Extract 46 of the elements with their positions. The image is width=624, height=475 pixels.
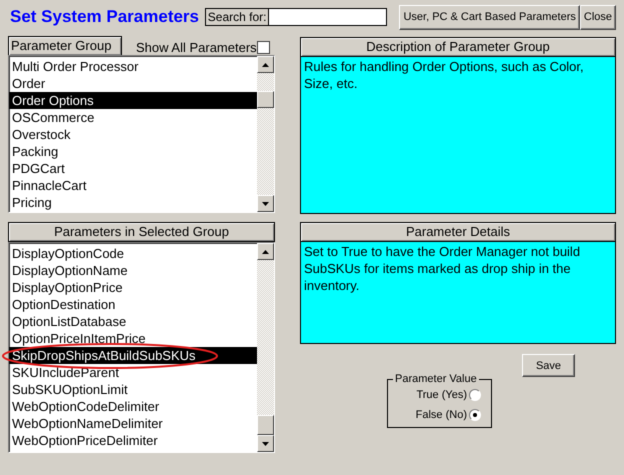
list-item[interactable]: DisplayOptionCode: [9, 245, 257, 262]
list-item[interactable]: WebOptionCodeDelimiter: [9, 398, 257, 415]
group-legend: Parameter Value: [393, 373, 479, 385]
scrollbar[interactable]: [257, 56, 274, 212]
list-item[interactable]: SubSKUOptionLimit: [9, 381, 257, 398]
list-item[interactable]: WebOptionNameDelimiter: [9, 415, 257, 432]
list-header: Parameters in Selected Group: [8, 222, 275, 242]
scroll-up-icon[interactable]: [257, 243, 274, 260]
scroll-down-icon[interactable]: [257, 435, 274, 452]
scrollbar[interactable]: [257, 243, 274, 452]
list-item[interactable]: OptionPriceInItemPrice: [9, 330, 257, 347]
save-button[interactable]: Save: [522, 354, 575, 377]
radio-button[interactable]: [469, 409, 481, 421]
close-button[interactable]: Close: [580, 4, 616, 30]
list-item[interactable]: WebOptionPriceDelimiter: [9, 432, 257, 449]
checkbox-label: Show All Parameters: [136, 40, 257, 55]
panel-header: Parameter Details: [300, 222, 616, 242]
list-item[interactable]: Packing: [9, 143, 257, 160]
list-item[interactable]: Multi Order Processor: [9, 58, 257, 75]
parameters-button[interactable]: User, PC & Cart Based Parameters: [399, 4, 580, 30]
list-item[interactable]: PDGCart: [9, 160, 257, 177]
panel-header: Description of Parameter Group: [300, 37, 616, 57]
description-text: Rules for handling Order Options, such as Color, Size, etc.: [300, 57, 616, 214]
list-item[interactable]: PinnacleCart: [9, 177, 257, 194]
list-item[interactable]: SKUIncludeParent: [9, 364, 257, 381]
scroll-down-icon[interactable]: [257, 195, 274, 212]
radio-label: True (Yes): [416, 389, 467, 401]
list-item[interactable]: OptionListDatabase: [9, 313, 257, 330]
list-item[interactable]: OptionDestination: [9, 296, 257, 313]
list-item[interactable]: OSCommerce: [9, 109, 257, 126]
scroll-thumb[interactable]: [257, 415, 274, 435]
list-item[interactable]: DisplayOptionName: [9, 262, 257, 279]
scroll-up-icon[interactable]: [257, 56, 274, 73]
list-item[interactable]: DisplayOptionPrice: [9, 279, 257, 296]
list-header: Parameter Group: [8, 36, 122, 55]
list-item[interactable]: Pricing: [9, 194, 257, 211]
list-item[interactable]: Order Options: [9, 92, 257, 109]
show-all-checkbox[interactable]: [256, 41, 270, 54]
list-item[interactable]: SkipDropShipsAtBuildSubSKUs: [9, 347, 257, 364]
radio-button[interactable]: [469, 389, 481, 401]
window-title: Set System Parameters: [10, 7, 200, 27]
scroll-thumb[interactable]: [257, 91, 274, 108]
list-item[interactable]: Overstock: [9, 126, 257, 143]
list-item[interactable]: Order: [9, 75, 257, 92]
description-text: Set to True to have the Order Manager not build SubSKUs for items marked as drop ship in the inventory.: [300, 242, 616, 344]
radio-label: False (No): [416, 409, 467, 421]
